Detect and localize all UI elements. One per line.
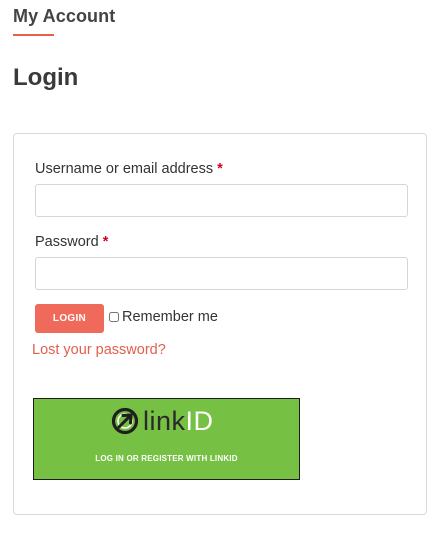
section-title: My Account [13, 6, 116, 26]
section-title-underline [13, 34, 54, 36]
remember-me[interactable]: Remember me [109, 309, 218, 325]
login-heading: Login [13, 64, 79, 91]
linkid-login-button[interactable]: linkID LOG IN OR REGISTER WITH LINKID [33, 398, 300, 480]
linkid-caption: LOG IN OR REGISTER WITH LINKID [95, 454, 238, 463]
username-label: Username or email address * [35, 161, 223, 177]
password-input[interactable] [35, 257, 408, 290]
remember-me-checkbox[interactable] [109, 312, 119, 322]
login-button[interactable]: LOGIN [35, 304, 104, 333]
lost-password-link[interactable]: Lost your password? [32, 342, 166, 358]
password-label-text: Password [35, 234, 99, 250]
linkid-logo: linkID [110, 406, 214, 436]
password-label: Password * [35, 234, 108, 250]
my-account-page: My Account Login Username or email addre… [0, 0, 446, 537]
login-form: Username or email address * Password * L… [13, 133, 427, 515]
remember-me-label: Remember me [122, 309, 218, 325]
username-input[interactable] [35, 184, 408, 217]
username-required-marker: * [217, 161, 223, 177]
linkid-wordmark: linkID [143, 405, 214, 436]
linkid-wordmark-link: link [143, 405, 186, 436]
linkid-circle-arrow-icon [110, 406, 140, 436]
linkid-wordmark-id: ID [185, 405, 214, 436]
password-required-marker: * [102, 234, 109, 250]
username-label-text: Username or email address [35, 161, 214, 177]
